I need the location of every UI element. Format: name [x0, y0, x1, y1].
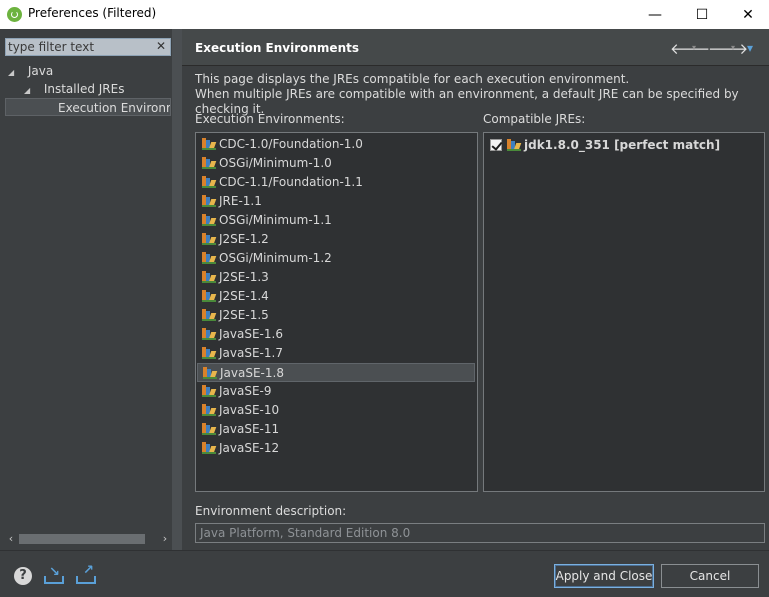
- environment-icon: [202, 327, 217, 340]
- environment-label: OSGi/Minimum-1.1: [219, 213, 332, 227]
- environment-label: JavaSE-1.8: [220, 366, 284, 380]
- tree-item-installed-jres[interactable]: ◢ Installed JREs: [24, 80, 124, 98]
- environment-label: CDC-1.0/Foundation-1.0: [219, 137, 363, 151]
- scroll-right-icon[interactable]: ›: [159, 532, 171, 546]
- pane-splitter[interactable]: [172, 29, 182, 550]
- environment-row[interactable]: OSGi/Minimum-1.1: [197, 211, 475, 230]
- environment-row[interactable]: J2SE-1.5: [197, 306, 475, 325]
- environment-row[interactable]: JavaSE-10: [197, 401, 475, 420]
- expand-arrow-icon[interactable]: ◢: [8, 64, 18, 82]
- description-line: This page displays the JREs compatible f…: [195, 72, 630, 86]
- default-jre-checkbox[interactable]: [490, 139, 502, 151]
- tree-item-java[interactable]: ◢ Java: [8, 62, 53, 80]
- page-header: Execution Environments 🡐 ▾ 🡒 ▾ ▾: [182, 29, 769, 66]
- jre-label: jdk1.8.0_351 [perfect match]: [524, 138, 721, 152]
- page-description: This page displays the JREs compatible f…: [195, 72, 769, 117]
- import-icon[interactable]: ↘: [43, 565, 65, 585]
- apply-and-close-button[interactable]: Apply and Close: [554, 564, 654, 588]
- environment-description-field: Java Platform, Standard Edition 8.0: [195, 523, 765, 543]
- environment-label: J2SE-1.5: [219, 308, 269, 322]
- environment-icon: [202, 384, 217, 397]
- forward-dropdown-icon[interactable]: ▾: [731, 43, 735, 52]
- environment-icon: [202, 175, 217, 188]
- view-menu-icon[interactable]: ▾: [747, 41, 753, 55]
- environment-row[interactable]: JavaSE-12: [197, 439, 475, 458]
- environment-row[interactable]: JavaSE-1.8: [197, 363, 475, 382]
- maximize-button[interactable]: ☐: [679, 0, 725, 29]
- environment-icon: [202, 289, 217, 302]
- environment-label: OSGi/Minimum-1.2: [219, 251, 332, 265]
- compatible-jres-list[interactable]: jdk1.8.0_351 [perfect match]: [483, 132, 765, 492]
- environment-label: CDC-1.1/Foundation-1.1: [219, 175, 363, 189]
- environment-icon: [202, 403, 217, 416]
- environment-row[interactable]: CDC-1.1/Foundation-1.1: [197, 173, 475, 192]
- cancel-button[interactable]: Cancel: [661, 564, 759, 588]
- environment-label: JavaSE-1.6: [219, 327, 283, 341]
- dialog-button-bar: ? ↘ ↗ Apply and Close Cancel: [0, 550, 769, 597]
- environment-icon: [202, 422, 217, 435]
- environment-row[interactable]: JavaSE-1.6: [197, 325, 475, 344]
- preference-page: Execution Environments 🡐 ▾ 🡒 ▾ ▾ This pa…: [182, 29, 769, 550]
- environment-icon: [202, 194, 217, 207]
- environment-label: JavaSE-10: [219, 403, 280, 417]
- scrollbar-thumb[interactable]: [19, 534, 145, 544]
- environment-label: J2SE-1.2: [219, 232, 269, 246]
- tree-item-label: Installed JREs: [43, 82, 125, 96]
- environments-list[interactable]: CDC-1.0/Foundation-1.0 OSGi/Minimum-1.0 CD…: [195, 132, 478, 492]
- spring-app-icon: [7, 7, 22, 22]
- preferences-navigation-pane: ✕ ◢ Java ◢ Installed JREs Execution Envi…: [0, 29, 181, 550]
- jre-row[interactable]: jdk1.8.0_351 [perfect match]: [485, 136, 763, 155]
- compatible-jres-label: Compatible JREs:: [483, 112, 586, 126]
- environment-row[interactable]: JRE-1.1: [197, 192, 475, 211]
- environment-label: JavaSE-11: [219, 422, 280, 436]
- environment-icon: [202, 137, 217, 150]
- environment-row[interactable]: OSGi/Minimum-1.0: [197, 154, 475, 173]
- window-title: Preferences (Filtered): [28, 6, 157, 20]
- environment-row[interactable]: J2SE-1.4: [197, 287, 475, 306]
- environment-row[interactable]: JavaSE-11: [197, 420, 475, 439]
- environment-label: J2SE-1.3: [219, 270, 269, 284]
- environment-icon: [202, 308, 217, 321]
- environment-icon: [202, 232, 217, 245]
- environment-row[interactable]: J2SE-1.3: [197, 268, 475, 287]
- environment-description-label: Environment description:: [195, 504, 347, 518]
- environment-label: J2SE-1.4: [219, 289, 269, 303]
- environment-icon: [202, 251, 217, 264]
- environment-icon: [202, 270, 217, 283]
- back-arrow-icon[interactable]: 🡐: [670, 39, 710, 58]
- tree-item-label: Execution Environments: [58, 101, 170, 115]
- horizontal-scrollbar[interactable]: ‹ ›: [5, 532, 171, 546]
- environment-label: OSGi/Minimum-1.0: [219, 156, 332, 170]
- environment-label: JavaSE-1.7: [219, 346, 283, 360]
- environment-icon: [202, 156, 217, 169]
- filter-input[interactable]: [8, 39, 153, 55]
- environment-label: JavaSE-12: [219, 441, 280, 455]
- title-bar: Preferences (Filtered) — ☐ ✕: [0, 0, 769, 29]
- minimize-button[interactable]: —: [632, 0, 678, 29]
- filter-box: ✕: [5, 38, 171, 56]
- environment-row[interactable]: J2SE-1.2: [197, 230, 475, 249]
- environment-label: JRE-1.1: [219, 194, 262, 208]
- export-icon[interactable]: ↗: [75, 563, 97, 585]
- clear-filter-icon[interactable]: ✕: [156, 39, 166, 53]
- environment-row[interactable]: OSGi/Minimum-1.2: [197, 249, 475, 268]
- back-dropdown-icon[interactable]: ▾: [692, 43, 696, 52]
- environment-icon: [202, 346, 217, 359]
- environment-label: JavaSE-9: [219, 384, 272, 398]
- environment-icon: [202, 441, 217, 454]
- environment-row[interactable]: JavaSE-9: [197, 382, 475, 401]
- tree-item-execution-environments[interactable]: Execution Environments: [5, 98, 171, 116]
- environment-row[interactable]: CDC-1.0/Foundation-1.0: [197, 135, 475, 154]
- scroll-left-icon[interactable]: ‹: [5, 532, 17, 546]
- environments-label: Execution Environments:: [195, 112, 345, 126]
- help-icon[interactable]: ?: [14, 567, 32, 585]
- page-title: Execution Environments: [195, 41, 359, 55]
- jre-icon: [507, 138, 522, 151]
- close-button[interactable]: ✕: [725, 0, 769, 29]
- environment-icon: [203, 366, 218, 379]
- environment-row[interactable]: JavaSE-1.7: [197, 344, 475, 363]
- tree-item-label: Java: [27, 64, 54, 78]
- environment-icon: [202, 213, 217, 226]
- forward-arrow-icon[interactable]: 🡒: [708, 39, 748, 58]
